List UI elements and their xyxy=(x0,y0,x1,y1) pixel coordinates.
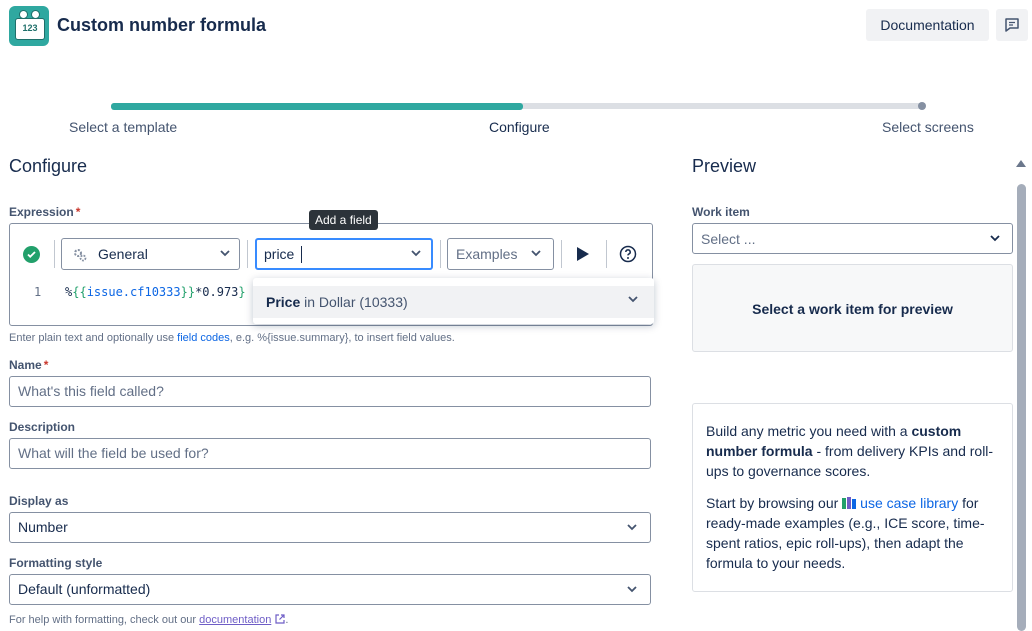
name-input[interactable]: What's this field called? xyxy=(9,376,651,407)
feedback-icon xyxy=(1005,18,1019,32)
description-input[interactable]: What will the field be used for? xyxy=(9,438,651,469)
toolbar-divider xyxy=(440,240,441,268)
configure-heading: Configure xyxy=(9,156,88,176)
logo-plate: 123 xyxy=(15,18,45,40)
scroll-up-arrow[interactable] xyxy=(1016,160,1026,167)
field-codes-link[interactable]: field codes xyxy=(177,332,230,344)
field-suggestion-dropdown: Price in Dollar (10333) xyxy=(253,278,654,324)
step-select-screens[interactable]: Select screens xyxy=(882,119,974,135)
field-search-input[interactable]: price xyxy=(255,238,433,270)
use-case-library-link[interactable]: use case library xyxy=(860,495,958,511)
category-select[interactable]: General xyxy=(61,238,240,270)
line-number: 1 xyxy=(34,285,42,299)
field-suggestion-price[interactable]: Price in Dollar (10333) xyxy=(253,286,654,318)
chevron-down-icon xyxy=(531,250,541,257)
documentation-button[interactable]: Documentation xyxy=(866,9,989,41)
field-search-value: price xyxy=(264,246,295,262)
toolbar-divider xyxy=(606,240,607,268)
preview-heading: Preview xyxy=(692,156,757,176)
preview-empty-text: Select a work item for preview xyxy=(752,301,953,317)
formatting-style-label: Formatting style xyxy=(9,556,103,570)
toolbar-divider xyxy=(561,240,562,268)
feedback-button[interactable] xyxy=(996,9,1028,41)
category-select-value: General xyxy=(98,246,148,262)
play-icon[interactable] xyxy=(576,246,590,262)
check-icon xyxy=(27,251,36,258)
chevron-down-icon xyxy=(411,250,421,257)
add-field-tooltip: Add a field xyxy=(309,210,378,230)
work-item-placeholder: Select ... xyxy=(701,231,756,247)
formatting-style-value: Default (unformatted) xyxy=(18,581,151,597)
work-item-select[interactable]: Select ... xyxy=(692,223,1013,254)
help-icon[interactable] xyxy=(619,245,637,263)
description-label: Description xyxy=(9,420,76,434)
app-title: Custom number formula xyxy=(57,15,267,35)
gear-icon xyxy=(74,249,87,262)
formatting-helper: For help with formatting, check out our … xyxy=(9,614,289,626)
examples-select[interactable]: Examples xyxy=(447,238,554,270)
toolbar-divider xyxy=(54,240,55,268)
chevron-down-icon xyxy=(990,235,1000,242)
work-item-label: Work item xyxy=(692,205,750,219)
progress-end-dot xyxy=(918,102,926,110)
progress-fill xyxy=(111,103,523,110)
chevron-down-icon xyxy=(220,250,230,257)
logo-text: 123 xyxy=(22,23,38,33)
info-paragraph-1: Build any metric you need with a custom … xyxy=(706,423,994,479)
expression-helper: Enter plain text and optionally use fiel… xyxy=(9,332,455,344)
text-cursor xyxy=(301,246,302,263)
chevron-down-icon xyxy=(627,524,637,531)
expression-code[interactable]: %{{issue.cf10333}}*0.973} xyxy=(65,285,246,299)
valid-status xyxy=(23,246,40,263)
chevron-down-icon[interactable] xyxy=(628,296,638,303)
external-link-icon xyxy=(275,614,285,624)
examples-placeholder: Examples xyxy=(456,246,518,262)
info-paragraph-2: Start by browsing our use case library f… xyxy=(706,495,985,571)
step-select-template[interactable]: Select a template xyxy=(69,119,177,135)
step-configure[interactable]: Configure xyxy=(489,119,550,135)
toolbar-divider xyxy=(247,240,248,268)
formatting-style-select[interactable]: Default (unformatted) xyxy=(9,574,651,605)
expression-label: Expression * xyxy=(9,205,81,219)
preview-empty-state: Select a work item for preview xyxy=(692,264,1013,352)
name-label: Name * xyxy=(9,358,49,372)
chevron-down-icon xyxy=(627,586,637,593)
display-as-label: Display as xyxy=(9,494,69,508)
display-as-select[interactable]: Number xyxy=(9,512,651,543)
suggestion-field-name: Price xyxy=(266,294,301,310)
scrollbar-thumb[interactable] xyxy=(1017,184,1026,631)
suggestion-detail: in Dollar (10333) xyxy=(300,294,408,310)
app-logo: 123 xyxy=(9,6,49,46)
info-panel: Build any metric you need with a custom … xyxy=(692,403,1013,592)
books-icon xyxy=(842,497,857,509)
display-as-value: Number xyxy=(18,519,68,535)
documentation-link[interactable]: documentation xyxy=(199,614,271,626)
